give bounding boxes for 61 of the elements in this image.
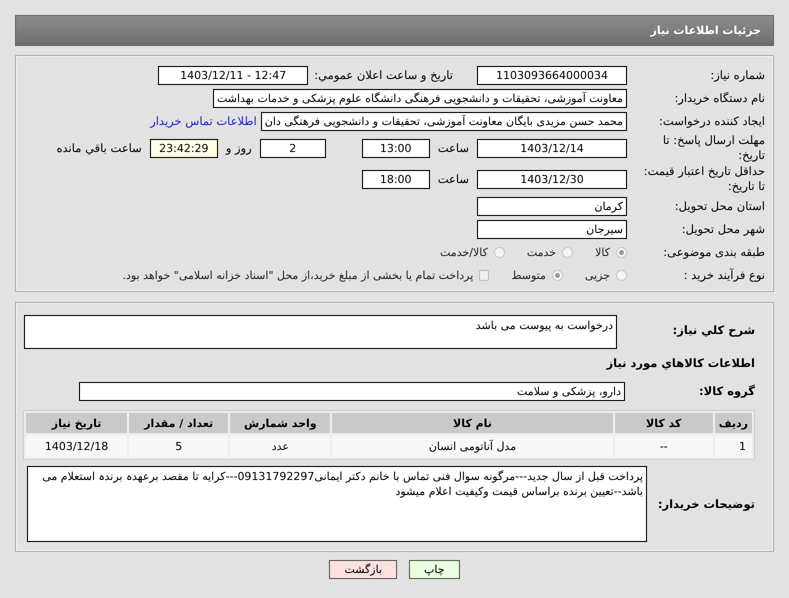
input-field[interactable]: محمد حسن مزیدی بایگان معاونت آموزشی، تحقیقات و دانشجویی فرهنگی دان xyxy=(260,112,627,130)
option-label: کالا/خدمت xyxy=(440,246,488,258)
column-header: کد کالا xyxy=(614,413,713,433)
print-button[interactable]: چاپ xyxy=(409,560,460,579)
input-field[interactable]: 1403/12/11 - 12:47 xyxy=(158,66,308,84)
field-label: نوع فرآیند خرید : xyxy=(682,268,765,282)
field-label: گروه کالا: xyxy=(698,384,755,398)
input-field[interactable]: دارو، پزشکی و سلامت xyxy=(79,382,625,400)
input-field[interactable]: 2 xyxy=(260,138,326,158)
input-field[interactable]: کرمان xyxy=(477,196,627,216)
input-field[interactable]: 1103093664000034 xyxy=(477,66,627,84)
radio-button[interactable] xyxy=(552,270,563,280)
back-button[interactable]: بازگشت xyxy=(329,560,398,579)
option-label: کالا xyxy=(595,246,610,258)
checkbox-label: پرداخت تمام یا بخشی از مبلغ خرید،از محل "اسناد خزانه اسلامی" خواهد بود. xyxy=(122,268,474,282)
table-cell: -- xyxy=(614,435,713,457)
option-label: متوسط xyxy=(511,268,546,282)
contact-link[interactable]: اطلاعات تماس خریدار xyxy=(150,114,257,128)
field-label: شماره نیاز: xyxy=(709,68,765,82)
radio-button[interactable] xyxy=(494,246,505,258)
field-label: شرح کلي نياز: xyxy=(672,322,755,338)
input-field[interactable]: سیرجان xyxy=(477,220,627,238)
field-label: حداقل تاریخ اعتبار قیمت: تا تاریخ: xyxy=(642,164,765,194)
field-label: روز و xyxy=(226,141,252,155)
table-cell: 5 xyxy=(129,435,228,457)
text-area[interactable]: پرداخت قبل از سال جدید---مرگونه سوال فنی تماس با خانم دکتر ایمانی09131792297---کرایه تا مقصد برعهدہ برندہ استعلام می باشد--تعیین برنده براساس قیمت وکیفیت اعلام میشود xyxy=(27,466,647,542)
field-label: توضیحات خریدار: xyxy=(656,496,755,512)
field-label: تاریخ و ساعت اعلان عمومي: xyxy=(314,68,453,82)
radio-button[interactable] xyxy=(562,246,574,258)
field-label: ساعت xyxy=(438,172,469,186)
radio-button[interactable] xyxy=(616,246,627,258)
column-header: تاریخ نیاز xyxy=(26,413,128,433)
table-cell: مدل آناتومی انسان xyxy=(332,435,613,457)
column-header: واحد شمارش xyxy=(230,413,330,433)
checkbox[interactable] xyxy=(479,270,490,280)
field-label: نام دستگاه خریدار: xyxy=(673,90,765,106)
field-label: ساعت باقي مانده xyxy=(56,141,142,155)
field-label: شهر محل تحویل: xyxy=(680,222,765,236)
text-area[interactable]: درخواست به پیوست می باشد xyxy=(24,315,617,349)
input-field[interactable]: معاونت آموزشی، تحقیقات و دانشجویی فرهنگی دانشگاه علوم پزشکی و خدمات بهداشت xyxy=(212,88,627,108)
option-label: خدمت xyxy=(526,246,556,258)
field-label: مهلت ارسال پاسخ: تا تاریخ: xyxy=(662,133,765,163)
input-field[interactable]: 18:00 xyxy=(362,170,430,188)
section-title: اطلاعات کالاهاي مورد نياز xyxy=(606,356,755,370)
input-field[interactable]: 1403/12/14 xyxy=(477,138,627,158)
radio-button[interactable] xyxy=(616,270,627,280)
field-label: ساعت xyxy=(438,141,469,155)
option-label: جزیی xyxy=(584,268,610,282)
table-cell: عدد xyxy=(230,435,330,457)
page-title: جزئیات اطلاعات نیاز xyxy=(650,24,761,37)
field-label: طبقه بندی موضوعی: xyxy=(662,244,765,260)
column-header: تعداد / مقدار xyxy=(129,413,228,433)
countdown-field: 23:42:29 xyxy=(150,138,218,158)
column-header: نام کالا xyxy=(332,413,613,433)
field-label: استان محل تحویل: xyxy=(674,198,765,214)
input-field[interactable]: 1403/12/30 xyxy=(477,170,627,188)
field-label: ایجاد کننده درخواست: xyxy=(658,114,765,128)
column-header: ردیف xyxy=(714,413,752,433)
input-field[interactable]: 13:00 xyxy=(362,138,430,158)
table-cell: 1403/12/18 xyxy=(26,435,128,457)
table-cell: 1 xyxy=(714,435,752,457)
